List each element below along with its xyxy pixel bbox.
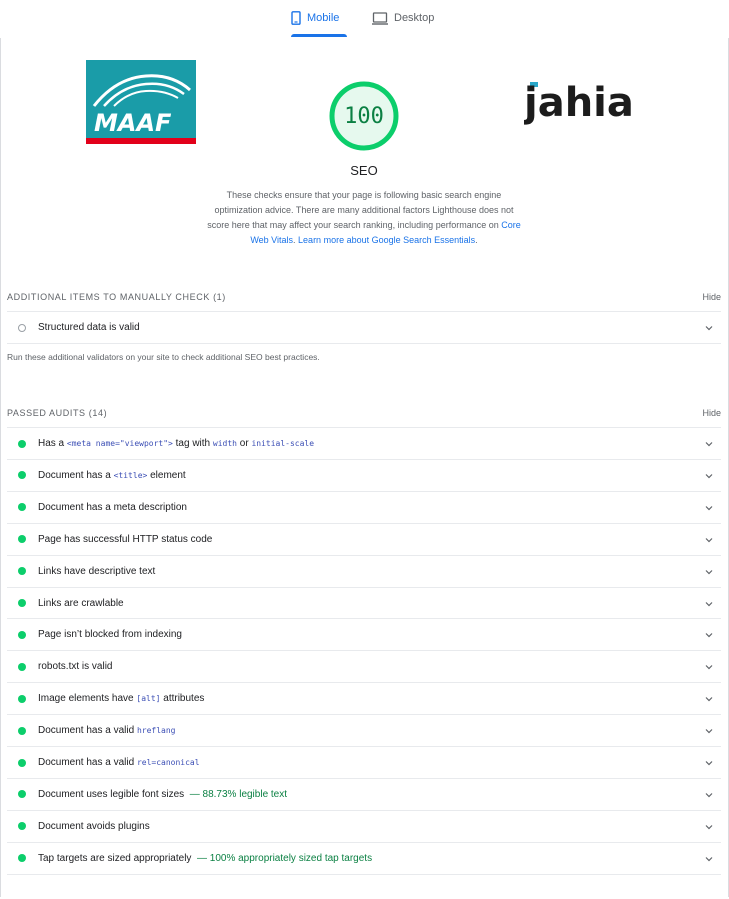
- chevron-down-icon: [705, 537, 713, 543]
- audit-label: Document avoids plugins: [38, 820, 150, 832]
- passed-section-header[interactable]: PASSED AUDITS (14) Hide: [7, 403, 721, 423]
- audit-label: Page has successful HTTP status code: [38, 533, 213, 545]
- chevron-down-icon: [705, 601, 713, 606]
- audit-label: Links have descriptive text: [38, 565, 156, 577]
- passed-audit-item[interactable]: Links have descriptive text: [7, 556, 721, 587]
- audit-label: Document uses legible font sizes — 88.73…: [38, 788, 288, 800]
- desktop-icon: [372, 11, 388, 25]
- passed-section-title: PASSED AUDITS (14): [7, 408, 108, 418]
- passed-hide-button[interactable]: Hide: [702, 408, 721, 418]
- phone-icon: [291, 11, 301, 25]
- manual-audit-item[interactable]: Structured data is valid: [7, 312, 721, 343]
- manual-check-icon: [18, 323, 26, 332]
- description-end: .: [475, 235, 478, 245]
- pass-icon: [18, 535, 26, 544]
- audit-label: Document has a meta description: [38, 501, 187, 513]
- chevron-down-icon: [705, 473, 713, 479]
- svg-text:MAAF: MAAF: [94, 109, 172, 137]
- svg-text:jahia: jahia: [524, 80, 634, 126]
- audit-label: Document has a <title> element: [38, 469, 186, 481]
- jahia-logo: jahia: [524, 80, 634, 126]
- passed-audit-item[interactable]: Has a <meta name="viewport"> tag with wi…: [7, 428, 721, 459]
- pass-icon: [18, 439, 26, 448]
- pass-icon: [18, 822, 26, 831]
- chevron-down-icon: [705, 505, 713, 511]
- audit-label: Document has a valid rel=canonical: [38, 757, 200, 768]
- pass-icon: [18, 790, 26, 799]
- pass-icon: [18, 854, 26, 863]
- chevron-down-icon: [705, 569, 713, 574]
- device-tabs: Mobile Desktop: [0, 0, 729, 38]
- tab-mobile[interactable]: Mobile: [291, 0, 347, 36]
- passed-audit-item[interactable]: Page has successful HTTP status code: [7, 524, 721, 555]
- audit-label: Image elements have [alt] attributes: [38, 693, 205, 705]
- audit-label: robots.txt is valid: [38, 661, 113, 673]
- audit-label: Tap targets are sized appropriately — 10…: [38, 852, 373, 864]
- passed-audit-item[interactable]: Links are crawlable: [7, 588, 721, 619]
- score-title: SEO: [350, 163, 378, 178]
- passed-audit-item[interactable]: Document has a valid rel=canonical: [7, 747, 721, 778]
- pass-icon: [18, 503, 26, 512]
- tab-mobile-label: Mobile: [307, 12, 340, 24]
- category-description: These checks ensure that your page is fo…: [205, 188, 523, 248]
- audit-label: Has a <meta name="viewport"> tag with wi…: [38, 438, 315, 449]
- passed-audit-item[interactable]: Document avoids plugins: [7, 811, 721, 842]
- pass-icon: [18, 726, 26, 735]
- audit-label: Structured data is valid: [38, 322, 140, 333]
- pass-icon: [18, 758, 26, 767]
- chevron-down-icon: [705, 761, 713, 766]
- active-tab-indicator: [291, 34, 347, 37]
- passed-audit-item[interactable]: Document has a <title> element: [7, 460, 721, 491]
- pass-icon: [18, 630, 26, 639]
- maaf-logo: MAAF: [86, 60, 196, 144]
- pass-icon: [18, 694, 26, 703]
- chevron-down-icon: [705, 729, 713, 734]
- passed-audit-item[interactable]: Document uses legible font sizes — 88.73…: [7, 779, 721, 810]
- pass-icon: [18, 471, 26, 480]
- pass-icon: [18, 599, 26, 607]
- divider: [7, 343, 721, 344]
- chevron-down-icon: [705, 792, 713, 798]
- chevron-down-icon: [705, 442, 713, 447]
- manual-section-title: ADDITIONAL ITEMS TO MANUALLY CHECK (1): [7, 292, 226, 302]
- passed-audit-item[interactable]: Page isn’t blocked from indexing: [7, 619, 721, 650]
- tab-desktop-label: Desktop: [394, 12, 435, 24]
- divider: [7, 873, 721, 875]
- passed-audit-item[interactable]: robots.txt is valid: [7, 651, 721, 682]
- chevron-down-icon: [705, 326, 713, 331]
- chevron-down-icon: [705, 633, 713, 638]
- manual-note: Run these additional validators on your …: [7, 352, 320, 362]
- tab-desktop[interactable]: Desktop: [372, 0, 442, 36]
- pass-icon: [18, 662, 26, 671]
- chevron-down-icon: [705, 856, 713, 862]
- passed-audit-item[interactable]: Document has a meta description: [7, 492, 721, 523]
- audit-label: Links are crawlable: [38, 597, 124, 609]
- audit-label: Page isn’t blocked from indexing: [38, 629, 182, 641]
- passed-audit-item[interactable]: Image elements have [alt] attributes: [7, 683, 721, 714]
- chevron-down-icon: [705, 697, 713, 702]
- manual-section-header[interactable]: ADDITIONAL ITEMS TO MANUALLY CHECK (1) H…: [7, 287, 721, 307]
- manual-hide-button[interactable]: Hide: [702, 292, 721, 302]
- chevron-down-icon: [705, 665, 713, 670]
- pass-icon: [18, 567, 26, 576]
- chevron-down-icon: [705, 824, 713, 830]
- seo-essentials-link[interactable]: Learn more about Google Search Essential…: [298, 235, 475, 245]
- passed-audit-item[interactable]: Document has a valid hreflang: [7, 715, 721, 746]
- score-value: 100: [344, 103, 384, 129]
- description-text: These checks ensure that your page is fo…: [207, 190, 514, 230]
- audit-label: Document has a valid hreflang: [38, 725, 176, 737]
- passed-audit-item[interactable]: Tap targets are sized appropriately — 10…: [7, 843, 721, 874]
